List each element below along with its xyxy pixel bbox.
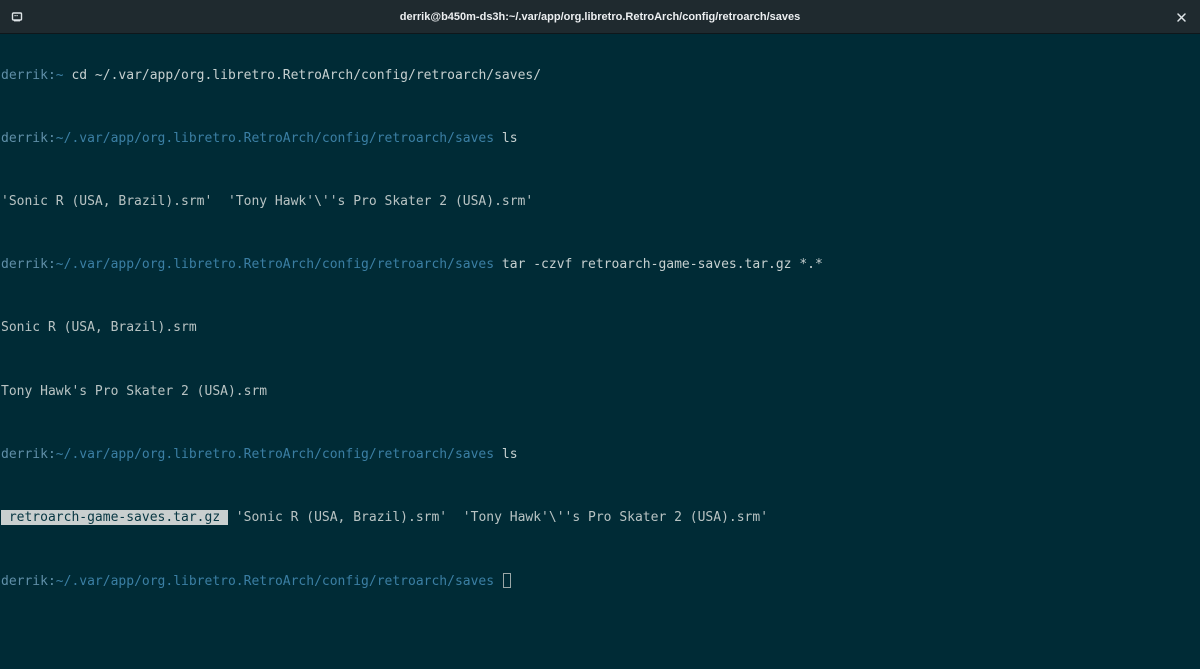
terminal-line: derrik:~/.var/app/org.libretro.RetroArch… [1,131,1199,147]
title-bar[interactable]: derrik@b450m-ds3h:~/.var/app/org.libretr… [0,0,1200,34]
terminal-line: retroarch-game-saves.tar.gz 'Sonic R (US… [1,509,1199,526]
terminal-cursor[interactable] [502,573,511,589]
terminal-line: Sonic R (USA, Brazil).srm [1,320,1199,336]
prompt-path: ~/.var/app/org.libretro.RetroArch/config… [55,130,495,146]
output-text: 'Sonic R (USA, Brazil).srm' 'Tony Hawk'\… [1,193,534,209]
prompt-separator: : [47,130,56,146]
terminal-line: derrik:~/.var/app/org.libretro.RetroArch… [1,573,1199,589]
terminal-line: 'Sonic R (USA, Brazil).srm' 'Tony Hawk'\… [1,194,1199,210]
terminal-output[interactable]: derrik:~ cd ~/.var/app/org.libretro.Retr… [0,34,1200,669]
prompt-path: ~ [55,67,64,83]
command-text: cd ~/.var/app/org.libretro.RetroArch/con… [63,67,542,83]
prompt-separator: : [47,257,56,273]
prompt-path: ~/.var/app/org.libretro.RetroArch/config… [55,574,495,590]
prompt-user: derrik [1,130,48,146]
prompt-user: derrik [1,257,48,273]
prompt-separator: : [47,67,56,83]
prompt-user: derrik [1,574,48,590]
prompt-separator: : [47,446,56,462]
terminal-line: derrik:~/.var/app/org.libretro.RetroArch… [1,257,1199,273]
command-text: ls [494,130,518,146]
close-icon[interactable] [1170,6,1192,28]
command-text: ls [494,446,518,462]
prompt-path: ~/.var/app/org.libretro.RetroArch/config… [55,446,495,462]
prompt-user: derrik [1,446,48,462]
output-text: 'Sonic R (USA, Brazil).srm' 'Tony Hawk'\… [227,509,769,525]
terminal-line: Tony Hawk's Pro Skater 2 (USA).srm [1,384,1199,400]
command-text: tar -czvf retroarch-game-saves.tar.gz *.… [494,257,823,273]
window-title: derrik@b450m-ds3h:~/.var/app/org.libretr… [399,11,801,23]
prompt-separator: : [47,574,56,590]
command-text [494,574,502,589]
prompt-path: ~/.var/app/org.libretro.RetroArch/config… [55,257,495,273]
highlighted-archive-file[interactable]: retroarch-game-saves.tar.gz [1,509,228,525]
terminal-line: derrik:~ cd ~/.var/app/org.libretro.Retr… [1,68,1199,84]
output-text: Sonic R (USA, Brazil).srm [1,320,197,336]
terminal-line: derrik:~/.var/app/org.libretro.RetroArch… [1,447,1199,463]
terminal-window: derrik@b450m-ds3h:~/.var/app/org.libretr… [0,0,1200,669]
output-text: Tony Hawk's Pro Skater 2 (USA).srm [1,383,268,399]
prompt-user: derrik [1,67,48,83]
